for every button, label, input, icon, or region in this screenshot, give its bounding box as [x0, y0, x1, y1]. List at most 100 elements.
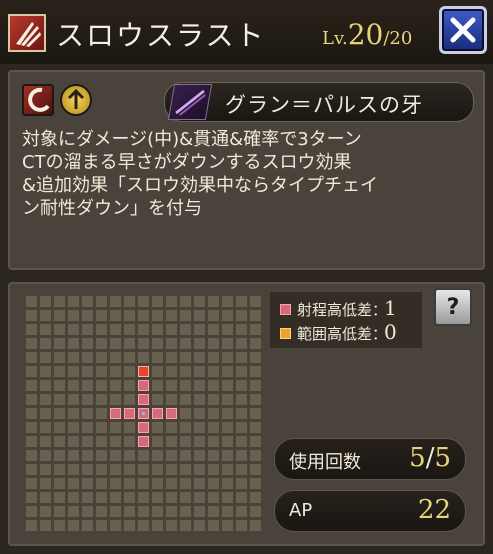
- grid-cell: [236, 296, 247, 307]
- grid-cell: [54, 520, 65, 531]
- skill-level: Lv.20/20: [322, 18, 412, 51]
- grid-cell: [208, 436, 219, 447]
- grid-cell: [26, 408, 37, 419]
- grid-cell: [124, 366, 135, 377]
- uses-max: 5: [434, 443, 451, 473]
- grid-cell: [40, 464, 51, 475]
- grid-cell: [96, 366, 107, 377]
- grid-cell: [40, 520, 51, 531]
- grid-cell: [54, 296, 65, 307]
- ap-cost: AP 22: [274, 490, 466, 532]
- grid-cell: [82, 408, 93, 419]
- ap-label: AP: [289, 500, 313, 521]
- skill-title: スロウスラスト: [56, 19, 266, 52]
- grid-cell: [82, 352, 93, 363]
- grid-cell: [96, 422, 107, 433]
- grid-cell: [152, 422, 163, 433]
- grid-cell: [110, 506, 121, 517]
- grid-cell: [222, 310, 233, 321]
- grid-cell: [152, 352, 163, 363]
- grid-cell: [68, 422, 79, 433]
- grid-cell: [180, 450, 191, 461]
- grid-cell: [124, 464, 135, 475]
- grid-cell: [138, 338, 149, 349]
- close-icon: [450, 17, 476, 43]
- grid-cell: [110, 464, 121, 475]
- grid-cell: [82, 520, 93, 531]
- grid-cell: [236, 380, 247, 391]
- grid-cell: [222, 492, 233, 503]
- grid-cell: [208, 380, 219, 391]
- grid-cell: [26, 492, 37, 503]
- grid-cell: [222, 352, 233, 363]
- grid-cell: [82, 366, 93, 377]
- grid-cell: [138, 506, 149, 517]
- grid-cell-range: [124, 408, 135, 419]
- grid-cell: [40, 380, 51, 391]
- help-button[interactable]: ?: [434, 288, 472, 326]
- grid-cell: [194, 450, 205, 461]
- area-height-label: 範囲高低差：: [297, 324, 388, 343]
- grid-cell: [40, 394, 51, 405]
- grid-cell: [110, 366, 121, 377]
- grid-cell-range: [138, 422, 149, 433]
- grid-cell: [166, 464, 177, 475]
- grid-cell: [96, 352, 107, 363]
- grid-cell: [208, 366, 219, 377]
- grid-cell: [208, 506, 219, 517]
- grid-cell: [208, 324, 219, 335]
- up-arrow-icon: [60, 84, 92, 116]
- grid-cell: [166, 436, 177, 447]
- grid-cell: [166, 324, 177, 335]
- grid-cell: [54, 366, 65, 377]
- grid-cell: [124, 296, 135, 307]
- grid-cell: [166, 338, 177, 349]
- grid-cell: [208, 394, 219, 405]
- grid-cell: [236, 506, 247, 517]
- grid-cell-range: [138, 380, 149, 391]
- grid-cell: [40, 352, 51, 363]
- grid-cell: [152, 338, 163, 349]
- grid-cell: [124, 450, 135, 461]
- grid-cell: [40, 296, 51, 307]
- grid-cell: [26, 450, 37, 461]
- grid-cell: [54, 324, 65, 335]
- grid-cell: [26, 394, 37, 405]
- grid-cell: [54, 310, 65, 321]
- grid-cell: [208, 296, 219, 307]
- grid-cell: [82, 380, 93, 391]
- grid-cell: [26, 338, 37, 349]
- grid-cell: [96, 338, 107, 349]
- grid-cell: [208, 450, 219, 461]
- grid-cell: [222, 296, 233, 307]
- grid-cell: [54, 464, 65, 475]
- grid-cell: [180, 366, 191, 377]
- close-button[interactable]: [439, 6, 487, 54]
- grid-cell: [26, 436, 37, 447]
- grid-cell: [222, 324, 233, 335]
- level-max: /20: [383, 28, 413, 49]
- uses-label: 使用回数: [289, 452, 361, 473]
- grid-cell: [26, 296, 37, 307]
- grid-cell: [194, 436, 205, 447]
- grid-cell: [96, 464, 107, 475]
- grid-cell: [26, 464, 37, 475]
- grid-cell: [152, 394, 163, 405]
- grid-cell: [96, 380, 107, 391]
- grid-cell: [124, 338, 135, 349]
- grid-cell: [222, 422, 233, 433]
- grid-cell: [250, 520, 261, 531]
- grid-cell: [40, 436, 51, 447]
- level-prefix: Lv.: [322, 28, 348, 49]
- grid-cell: [194, 506, 205, 517]
- grid-cell-range: [166, 408, 177, 419]
- grid-cell: [250, 324, 261, 335]
- grid-cell: [110, 478, 121, 489]
- grid-cell: [236, 394, 247, 405]
- grid-cell-center: [138, 408, 149, 419]
- grid-cell: [124, 492, 135, 503]
- claw-skill-icon: [8, 14, 46, 52]
- grid-cell: [54, 408, 65, 419]
- grid-cell: [208, 478, 219, 489]
- grid-cell: [110, 450, 121, 461]
